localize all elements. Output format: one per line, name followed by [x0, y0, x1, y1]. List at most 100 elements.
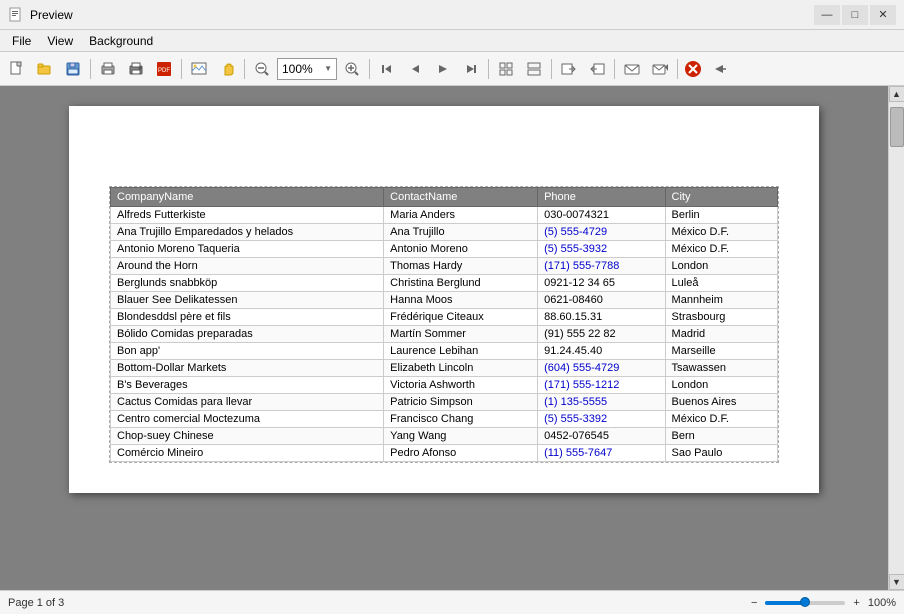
print-button[interactable] [95, 56, 121, 82]
cell-city: Madrid [665, 326, 777, 343]
email-icon [624, 61, 640, 77]
play-button[interactable] [430, 56, 456, 82]
canvas-area[interactable]: CompanyName ContactName Phone City Alfre… [0, 86, 888, 590]
table-row: Around the HornThomas Hardy(171) 555-778… [111, 258, 778, 275]
cell-city: Strasbourg [665, 309, 777, 326]
import-icon [589, 61, 605, 77]
table-row: Bottom-Dollar MarketsElizabeth Lincoln(6… [111, 360, 778, 377]
table-row: B's BeveragesVictoria Ashworth(171) 555-… [111, 377, 778, 394]
cell-company: Centro comercial Moctezuma [111, 411, 384, 428]
table-row: Alfreds FutterkisteMaria Anders030-00743… [111, 207, 778, 224]
scroll-up-button[interactable]: ▲ [889, 86, 904, 102]
zoom-box[interactable]: 100% ▼ [277, 58, 337, 80]
open-button[interactable] [32, 56, 58, 82]
cell-city: London [665, 258, 777, 275]
scrollbar-vertical[interactable]: ▲ ▼ [888, 86, 904, 590]
next-page-button[interactable] [458, 56, 484, 82]
cell-city: Buenos Aires [665, 394, 777, 411]
table-row: Berglunds snabbköpChristina Berglund0921… [111, 275, 778, 292]
col-city: City [665, 188, 777, 207]
maximize-button[interactable]: □ [842, 5, 868, 25]
zoom-in-button[interactable] [339, 56, 365, 82]
cell-phone: (11) 555-7647 [538, 445, 665, 462]
prev-page-button[interactable] [402, 56, 428, 82]
scroll-thumb[interactable] [890, 107, 904, 147]
zoom-slider-container [765, 601, 845, 605]
import-button[interactable] [584, 56, 610, 82]
cell-city: London [665, 377, 777, 394]
hand-icon [219, 61, 235, 77]
status-bar: Page 1 of 3 − + 100% [0, 590, 904, 614]
email2-button[interactable] [647, 56, 673, 82]
menu-bar: File View Background [0, 30, 904, 52]
image-button[interactable] [186, 56, 212, 82]
menu-background[interactable]: Background [81, 32, 161, 50]
table-row: Blauer See DelikatessenHanna Moos0621-08… [111, 292, 778, 309]
stop-button[interactable] [682, 58, 704, 80]
export-button[interactable] [556, 56, 582, 82]
cell-contact: Patricio Simpson [384, 394, 538, 411]
table-row: Blondesddsl père et filsFrédérique Citea… [111, 309, 778, 326]
zoom-out-button[interactable] [249, 56, 275, 82]
cell-city: Bern [665, 428, 777, 445]
table-container: CompanyName ContactName Phone City Alfre… [109, 186, 779, 463]
save-icon [65, 61, 81, 77]
svg-text:PDF: PDF [158, 68, 170, 74]
zoom-plus-button[interactable]: + [851, 597, 861, 609]
menu-file[interactable]: File [4, 32, 39, 50]
pdf-button[interactable]: PDF [151, 56, 177, 82]
extra-button[interactable] [706, 56, 732, 82]
cell-city: Tsawassen [665, 360, 777, 377]
print-icon [100, 61, 116, 77]
print2-button[interactable] [123, 56, 149, 82]
zoom-percent: 100% [868, 597, 896, 609]
email2-icon [652, 61, 668, 77]
cell-company: Bottom-Dollar Markets [111, 360, 384, 377]
cell-phone: (5) 555-3932 [538, 241, 665, 258]
menu-view[interactable]: View [39, 32, 81, 50]
cell-phone: (171) 555-1212 [538, 377, 665, 394]
cell-company: Bólido Comidas preparadas [111, 326, 384, 343]
zoom-controls: − + 100% [749, 597, 896, 609]
cell-city: Sao Paulo [665, 445, 777, 462]
minimize-button[interactable]: — [814, 5, 840, 25]
zoom-out-icon [254, 61, 270, 77]
cell-city: Marseille [665, 343, 777, 360]
scroll-track[interactable] [889, 102, 904, 574]
separator-4 [369, 59, 370, 79]
cell-contact: Pedro Afonso [384, 445, 538, 462]
cell-contact: Maria Anders [384, 207, 538, 224]
cell-contact: Hanna Moos [384, 292, 538, 309]
scroll-down-button[interactable]: ▼ [889, 574, 904, 590]
layout1-button[interactable] [493, 56, 519, 82]
cell-phone: (1) 135-5555 [538, 394, 665, 411]
table-row: Bon app'Laurence Lebihan91.24.45.40Marse… [111, 343, 778, 360]
separator-3 [244, 59, 245, 79]
cell-company: Berglunds snabbköp [111, 275, 384, 292]
first-page-icon [379, 61, 395, 77]
hand-button[interactable] [214, 56, 240, 82]
zoom-slider[interactable] [765, 601, 845, 605]
zoom-minus-button[interactable]: − [749, 597, 759, 609]
new-icon [9, 61, 25, 77]
layout1-icon [498, 61, 514, 77]
layout2-button[interactable] [521, 56, 547, 82]
col-contact: ContactName [384, 188, 538, 207]
zoom-slider-thumb[interactable] [800, 597, 810, 607]
cell-contact: Thomas Hardy [384, 258, 538, 275]
save-button[interactable] [60, 56, 86, 82]
table-row: Chop-suey ChineseYang Wang0452-076545Ber… [111, 428, 778, 445]
separator-7 [614, 59, 615, 79]
cell-company: Blondesddsl père et fils [111, 309, 384, 326]
first-page-button[interactable] [374, 56, 400, 82]
cell-company: Around the Horn [111, 258, 384, 275]
toolbar: PDF 100% ▼ [0, 52, 904, 86]
page-top-space [69, 106, 819, 186]
new-button[interactable] [4, 56, 30, 82]
email-button[interactable] [619, 56, 645, 82]
cell-city: Luleå [665, 275, 777, 292]
cell-company: Cactus Comidas para llevar [111, 394, 384, 411]
close-button[interactable]: ✕ [870, 5, 896, 25]
cell-phone: (5) 555-3392 [538, 411, 665, 428]
cell-contact: Martín Sommer [384, 326, 538, 343]
